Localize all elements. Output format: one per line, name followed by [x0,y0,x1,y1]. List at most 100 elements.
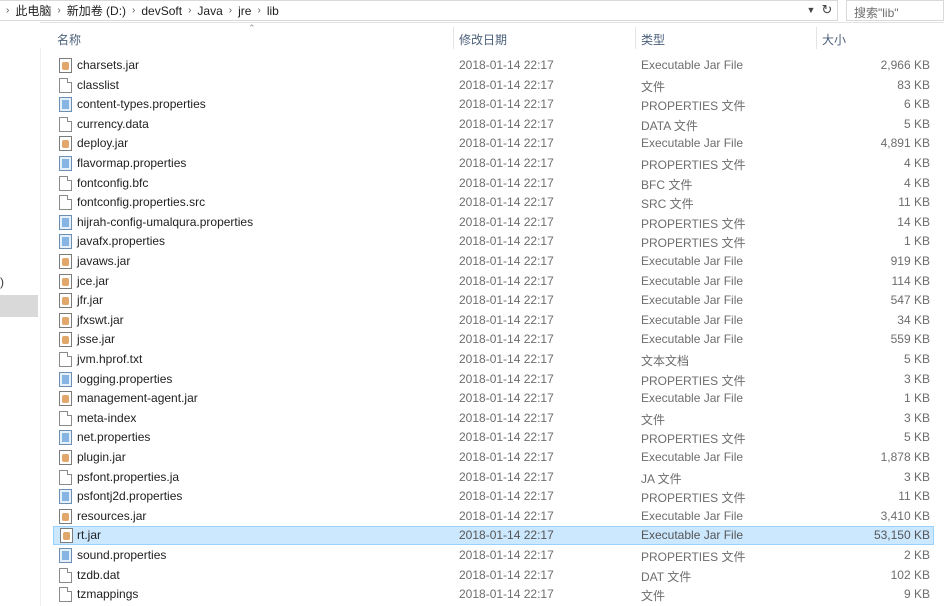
file-row[interactable]: charsets.jar 2018-01-14 22:17 Executable J… [53,56,934,75]
file-size: 4,891 KB [880,136,930,150]
file-row[interactable]: plugin.jar 2018-01-14 22:17 Executable Jar… [53,448,934,467]
file-size: 6 KB [903,97,930,111]
file-row[interactable]: tzmappings 2018-01-14 22:17 文件 9 KB [53,585,934,604]
file-name: psfontj2d.properties [77,489,183,503]
file-type: DAT 文件 [641,570,692,584]
file-date: 2018-01-14 22:17 [459,411,554,425]
column-header-type[interactable]: 类型 [641,30,665,50]
file-row[interactable]: sound.properties 2018-01-14 22:17 PROPERTI… [53,546,934,565]
breadcrumb-item[interactable]: 此电脑 [15,2,51,19]
properties-icon [59,548,72,563]
file-name: fontconfig.properties.src [77,195,206,209]
breadcrumb[interactable]: › 此电脑 › 新加卷 (D:) › devSoft › Java › jre › lib [0,0,838,21]
file-row[interactable]: hijrah-config-umalqura.properties 2018-01… [53,213,934,232]
column-header-size[interactable]: 大小 [822,30,846,50]
search-input[interactable]: 搜索"lib" [846,0,944,21]
properties-icon [59,430,72,445]
column-divider[interactable] [453,27,454,49]
file-row[interactable]: net.properties 2018-01-14 22:17 PROPERTIES… [53,428,934,447]
file-row[interactable]: fontconfig.bfc 2018-01-14 22:17 BFC 文件 4 KB [53,174,934,193]
file-type: SRC 文件 [641,197,694,211]
column-header-name[interactable]: 名称 [57,30,81,50]
chevron-right-icon[interactable]: › [182,5,197,16]
navigation-pane[interactable]: ) [0,22,40,606]
file-row[interactable]: currency.data 2018-01-14 22:17 DATA 文件 5 KB [53,115,934,134]
file-name: plugin.jar [77,450,126,464]
file-row[interactable]: javafx.properties 2018-01-14 22:17 PROPERT… [53,232,934,251]
file-size: 3 KB [903,411,930,425]
file-row[interactable]: tzdb.dat 2018-01-14 22:17 DAT 文件 102 KB [53,566,934,585]
file-row[interactable]: flavormap.properties 2018-01-14 22:17 PROP… [53,154,934,173]
breadcrumb-item[interactable]: 新加卷 (D:) [67,2,126,19]
file-type: 文件 [641,413,666,427]
refresh-icon[interactable]: ↻ [818,1,836,19]
file-size: 1 KB [903,391,930,405]
file-row[interactable]: javaws.jar 2018-01-14 22:17 Executable Jar… [53,252,934,271]
chevron-right-icon[interactable]: › [251,5,266,16]
chevron-down-icon[interactable]: ▼ [804,3,818,17]
file-row[interactable]: fontconfig.properties.src 2018-01-14 22:1… [53,193,934,212]
file-row[interactable]: jfxswt.jar 2018-01-14 22:17 Executable Jar… [53,311,934,330]
file-type: PROPERTIES 文件 [641,491,746,505]
file-size: 2 KB [903,548,930,562]
file-size: 102 KB [890,568,930,582]
file-date: 2018-01-14 22:17 [459,509,554,523]
file-name: jsse.jar [77,332,116,346]
file-row[interactable]: logging.properties 2018-01-14 22:17 PROPER… [53,370,934,389]
file-date: 2018-01-14 22:17 [459,156,554,170]
file-date: 2018-01-14 22:17 [459,489,554,503]
breadcrumb-item[interactable]: lib [267,4,279,18]
jar-icon [59,58,72,73]
file-date: 2018-01-14 22:17 [459,234,554,248]
file-icon [59,470,72,485]
chevron-right-icon[interactable]: › [51,5,66,16]
file-name: jfr.jar [77,293,104,307]
file-row[interactable]: deploy.jar 2018-01-14 22:17 Executable Jar… [53,134,934,153]
file-name: currency.data [77,117,149,131]
file-type: PROPERTIES 文件 [641,158,746,172]
chevron-right-icon[interactable]: › [0,5,15,16]
breadcrumb-item[interactable]: devSoft [141,4,182,18]
file-row[interactable]: content-types.properties 2018-01-14 22:17… [53,95,934,114]
file-date: 2018-01-14 22:17 [459,215,554,229]
file-type: Executable Jar File [641,391,744,405]
file-date: 2018-01-14 22:17 [459,352,554,366]
file-size: 5 KB [903,117,930,131]
column-header-date[interactable]: 修改日期 [459,30,507,50]
breadcrumb-item[interactable]: jre [238,4,251,18]
jar-icon [59,254,72,269]
jar-icon [59,509,72,524]
chevron-right-icon[interactable]: › [126,5,141,16]
pane-divider [40,48,41,606]
file-size: 2,966 KB [880,58,930,72]
column-divider[interactable] [635,27,636,49]
file-row[interactable]: management-agent.jar 2018-01-14 22:17 Exec… [53,389,934,408]
file-name: classlist [77,78,120,92]
file-row[interactable]: jfr.jar 2018-01-14 22:17 Executable Jar Fi… [53,291,934,310]
chevron-right-icon[interactable]: › [223,5,238,16]
file-row[interactable]: jce.jar 2018-01-14 22:17 Executable Jar Fi… [53,272,934,291]
column-divider[interactable] [816,27,817,49]
file-row[interactable]: rt.jar 2018-01-14 22:17 Executable Jar Fil… [53,526,934,545]
file-name: flavormap.properties [77,156,187,170]
file-row[interactable]: classlist 2018-01-14 22:17 文件 83 KB [53,76,934,95]
file-size: 547 KB [890,293,930,307]
file-icon [59,78,72,93]
file-row[interactable]: meta-index 2018-01-14 22:17 文件 3 KB [53,409,934,428]
file-type: Executable Jar File [641,332,744,346]
file-row[interactable]: jsse.jar 2018-01-14 22:17 Executable Jar F… [53,330,934,349]
file-row[interactable]: resources.jar 2018-01-14 22:17 Executable … [53,507,934,526]
file-icon [59,176,72,191]
file-row[interactable]: jvm.hprof.txt 2018-01-14 22:17 文本文档 5 KB [53,350,934,369]
sort-up-icon: ⌃ [248,23,256,33]
file-name: jfxswt.jar [77,313,124,327]
nav-item-selected[interactable] [0,295,38,317]
file-type: Executable Jar File [641,293,744,307]
file-type: Executable Jar File [641,254,744,268]
file-row[interactable]: psfont.properties.ja 2018-01-14 22:17 JA 文… [53,468,934,487]
file-date: 2018-01-14 22:17 [459,587,554,601]
jar-icon [59,450,72,465]
file-date: 2018-01-14 22:17 [459,568,554,582]
breadcrumb-item[interactable]: Java [197,4,222,18]
file-row[interactable]: psfontj2d.properties 2018-01-14 22:17 PROP… [53,487,934,506]
